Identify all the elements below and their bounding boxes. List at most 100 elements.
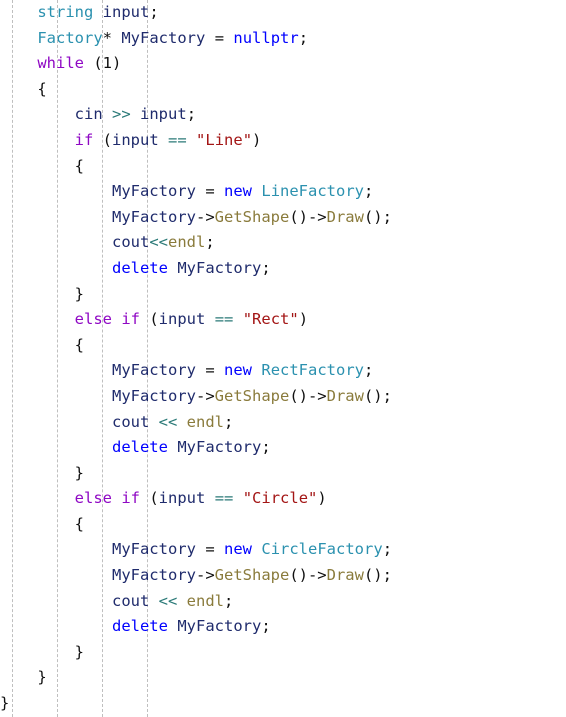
code-token-kw: new — [224, 182, 253, 201]
code-token-id: MyFactory — [111, 566, 196, 585]
code-line[interactable]: cout << endl; — [0, 410, 566, 436]
code-token-punct — [0, 438, 112, 456]
code-token-kw: delete — [111, 617, 168, 636]
code-token-type: LineFactory — [261, 182, 365, 201]
code-token-punct: ; — [261, 438, 271, 457]
code-token-punct: ; — [261, 258, 271, 277]
code-line[interactable]: Factory* MyFactory = nullptr; — [0, 26, 566, 52]
code-line[interactable]: string input; — [0, 0, 566, 26]
code-token-punct — [196, 182, 205, 200]
code-token-punct — [112, 29, 121, 47]
code-token-id: input — [158, 310, 206, 329]
code-token-punct: ()-> — [289, 207, 327, 226]
code-token-op: << — [158, 591, 178, 610]
code-token-punct: } — [0, 463, 84, 482]
code-line[interactable]: MyFactory = new LineFactory; — [0, 179, 566, 205]
code-token-punct — [168, 617, 177, 635]
code-token-type: string — [37, 3, 94, 21]
code-line[interactable]: MyFactory->GetShape()->Draw(); — [0, 563, 566, 589]
code-token-punct: ; — [205, 233, 215, 252]
code-line[interactable]: { — [0, 154, 566, 180]
code-token-op: == — [168, 130, 187, 149]
code-token-punct: ()-> — [289, 566, 327, 585]
code-text-area[interactable]: string input; Factory* MyFactory = nullp… — [0, 0, 566, 717]
code-line[interactable]: cout << endl; — [0, 589, 566, 615]
code-token-str: "Rect" — [242, 310, 299, 329]
code-token-punct: { — [0, 335, 84, 354]
code-token-punct — [224, 29, 233, 47]
code-token-punct — [0, 259, 112, 277]
code-line[interactable]: } — [0, 691, 566, 717]
code-token-str: "Circle" — [242, 489, 318, 508]
code-token-punct: { — [0, 79, 47, 98]
code-token-punct — [0, 413, 112, 431]
code-token-punct: -> — [195, 566, 215, 585]
code-token-punct: ; — [364, 182, 374, 201]
code-token-op: << — [158, 412, 178, 431]
code-line[interactable]: } — [0, 282, 566, 308]
code-token-punct — [205, 310, 214, 328]
code-token-id: MyFactory — [111, 207, 196, 226]
code-token-kw: delete — [111, 438, 168, 457]
code-line[interactable]: { — [0, 512, 566, 538]
code-line[interactable]: delete MyFactory; — [0, 614, 566, 640]
code-token-op: == — [214, 310, 234, 329]
code-token-punct: * — [102, 28, 112, 47]
code-line[interactable]: } — [0, 461, 566, 487]
code-line[interactable]: MyFactory = new RectFactory; — [0, 358, 566, 384]
code-token-punct — [233, 489, 242, 507]
code-token-punct — [149, 413, 158, 431]
code-line[interactable]: delete MyFactory; — [0, 435, 566, 461]
code-token-punct — [0, 566, 112, 584]
code-token-punct — [168, 438, 177, 456]
code-token-punct: { — [0, 156, 84, 175]
code-line[interactable]: { — [0, 333, 566, 359]
code-token-kw: new — [224, 361, 253, 380]
code-token-op: == — [214, 489, 234, 508]
code-line[interactable]: } — [0, 665, 566, 691]
code-token-punct — [0, 29, 37, 47]
code-token-fn: Draw — [326, 386, 364, 405]
code-token-kw: nullptr — [233, 28, 299, 47]
code-token-ctrl: else — [74, 310, 112, 329]
code-token-punct: = — [205, 540, 215, 559]
code-token-punct — [0, 387, 112, 405]
code-token-punct: = — [205, 361, 215, 380]
code-line[interactable]: cin >> input; — [0, 102, 566, 128]
code-line[interactable]: delete MyFactory; — [0, 256, 566, 282]
code-token-punct: = — [205, 182, 215, 201]
code-token-punct: } — [0, 668, 47, 687]
code-token-punct — [215, 361, 224, 379]
code-token-punct — [187, 131, 196, 149]
code-token-punct — [159, 131, 168, 149]
code-line[interactable]: else if (input == "Circle") — [0, 486, 566, 512]
code-token-punct: -> — [195, 207, 215, 226]
code-token-type: RectFactory — [261, 361, 365, 380]
code-token-type: CircleFactory — [261, 540, 383, 559]
code-token-punct — [196, 540, 205, 558]
code-line[interactable]: } — [0, 640, 566, 666]
code-token-punct: ( — [140, 489, 159, 508]
code-token-punct — [0, 617, 112, 635]
code-line[interactable]: while (1) — [0, 51, 566, 77]
code-token-punct — [112, 489, 121, 507]
code-line[interactable]: { — [0, 77, 566, 103]
code-editor-surface[interactable]: string input; Factory* MyFactory = nullp… — [0, 0, 566, 717]
code-token-id: cin — [74, 105, 103, 124]
code-token-id: input — [102, 3, 150, 21]
code-line[interactable]: cout<<endl; — [0, 230, 566, 256]
code-token-punct — [215, 182, 224, 200]
code-token-id: input — [140, 105, 187, 124]
code-line[interactable]: MyFactory->GetShape()->Draw(); — [0, 384, 566, 410]
code-token-op: >> — [112, 105, 131, 124]
code-token-punct: -> — [195, 386, 215, 405]
code-token-punct: ; — [149, 3, 159, 21]
code-line[interactable]: MyFactory = new CircleFactory; — [0, 537, 566, 563]
code-line[interactable]: else if (input == "Rect") — [0, 307, 566, 333]
code-token-punct: ( — [140, 310, 159, 329]
code-token-id: MyFactory — [111, 540, 196, 559]
code-line[interactable]: if (input == "Line") — [0, 128, 566, 154]
code-token-punct — [168, 259, 177, 277]
code-token-punct — [0, 131, 75, 149]
code-line[interactable]: MyFactory->GetShape()->Draw(); — [0, 205, 566, 231]
